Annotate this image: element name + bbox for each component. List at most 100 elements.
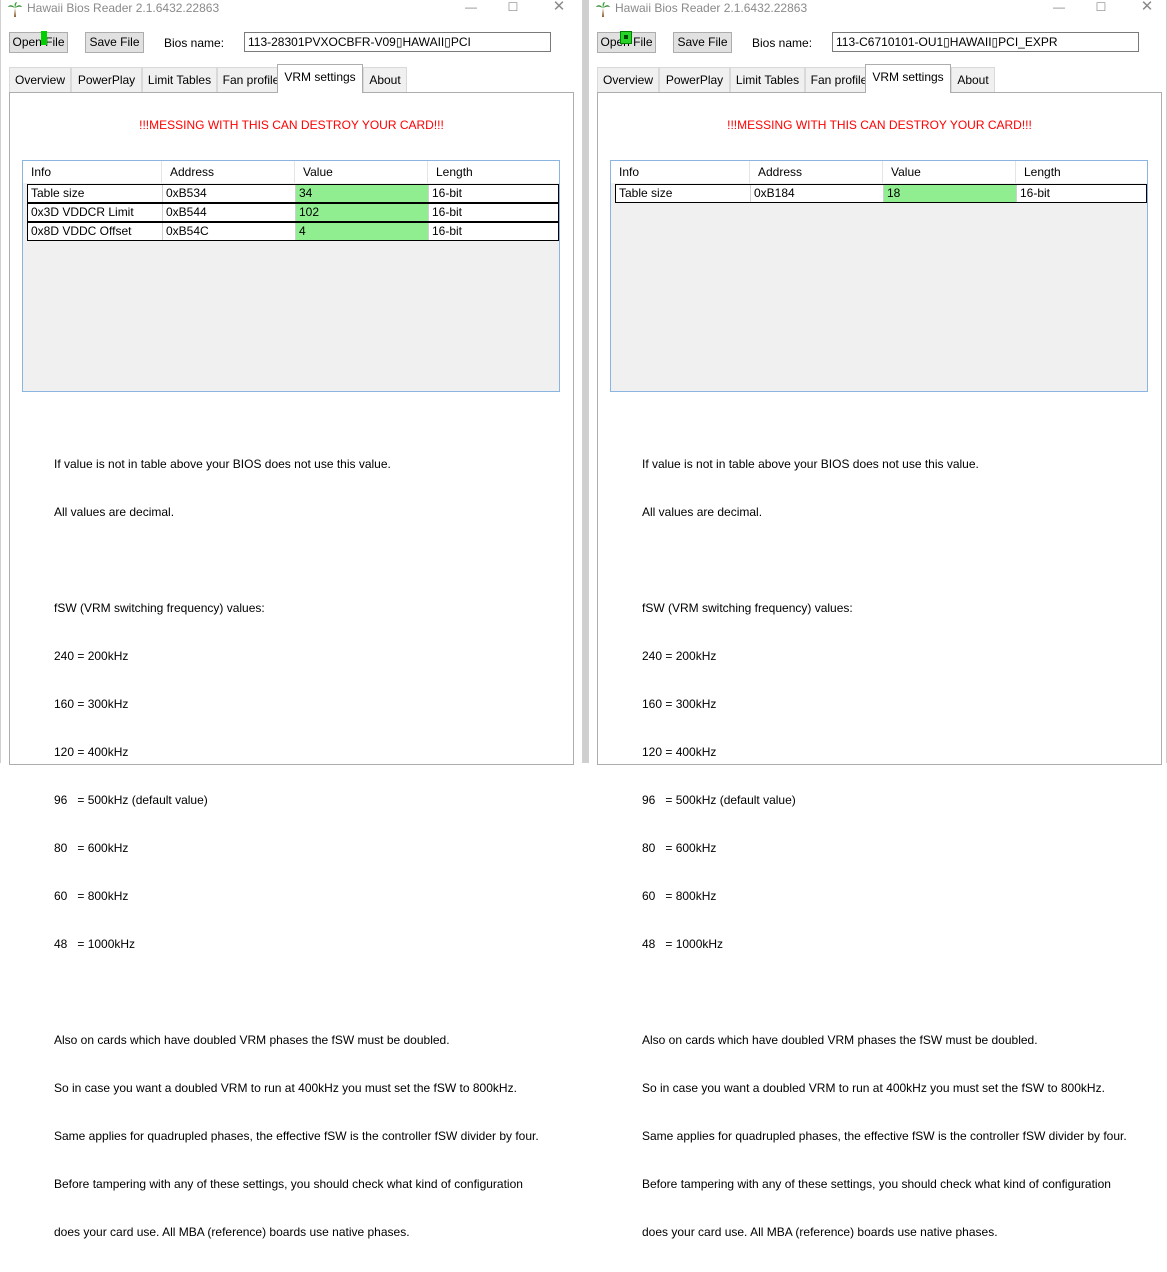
column-header-length[interactable]: Length: [1016, 161, 1148, 183]
cell-info: Table size: [28, 185, 163, 202]
cell-value[interactable]: 4: [296, 223, 429, 240]
cell-length: 16-bit: [432, 186, 463, 200]
minimize-icon[interactable]: —: [456, 0, 486, 16]
info-line: All values are decimal.: [54, 505, 175, 519]
column-header-length[interactable]: Length: [428, 161, 560, 183]
title-bar[interactable]: Hawaii Bios Reader 2.1.6432.22863 — ☐ ✕: [589, 0, 1166, 18]
maximize-icon[interactable]: ☐: [498, 0, 528, 16]
tab-fan-profile[interactable]: Fan profile: [217, 67, 285, 93]
cell-address: 0xB544: [163, 204, 296, 221]
table-row[interactable]: Table size 0xB534 34 16-bit: [27, 184, 559, 203]
info-line: 160 = 300kHz: [642, 697, 717, 711]
vrm-settings-panel: !!!MESSING WITH THIS CAN DESTROY YOUR CA…: [597, 92, 1162, 1239]
open-file-label: Open File: [12, 35, 65, 49]
window-title: Hawaii Bios Reader 2.1.6432.22863: [27, 1, 220, 15]
open-file-button[interactable]: Open File: [597, 31, 656, 53]
cell-length: 16-bit: [1020, 186, 1051, 200]
info-line: [642, 552, 1127, 568]
save-file-button[interactable]: Save File: [673, 32, 732, 53]
column-header-info[interactable]: Info: [23, 161, 162, 183]
column-header-info[interactable]: Info: [611, 161, 750, 183]
info-line: Also on cards which have doubled VRM pha…: [642, 1033, 1038, 1047]
warning-text: !!!MESSING WITH THIS CAN DESTROY YOUR CA…: [727, 118, 1032, 132]
minimize-icon[interactable]: —: [1044, 0, 1074, 16]
cell-value[interactable]: 34: [296, 185, 429, 202]
left-window: Hawaii Bios Reader 2.1.6432.22863 — ☐ ✕ …: [0, 0, 583, 1239]
close-icon[interactable]: ✕: [1132, 0, 1162, 16]
info-line: If value is not in table above your BIOS…: [642, 457, 979, 471]
tab-limit-tables[interactable]: Limit Tables: [730, 67, 805, 93]
info-line: does your card use. All MBA (reference) …: [54, 1225, 410, 1239]
info-line: So in case you want a doubled VRM to run…: [54, 1081, 517, 1095]
table-header: Info Address Value Length: [23, 161, 559, 183]
info-line: [642, 984, 1127, 1000]
close-icon[interactable]: ✕: [544, 0, 574, 16]
open-file-button[interactable]: Open File: [9, 31, 68, 53]
table-row[interactable]: 0x8D VDDC Offset 0xB54C 4 16-bit: [27, 222, 559, 241]
info-line: 60 = 800kHz: [642, 889, 717, 903]
info-line: Before tampering with any of these setti…: [642, 1177, 1111, 1191]
column-header-value[interactable]: Value: [295, 161, 428, 183]
info-line: 160 = 300kHz: [54, 697, 129, 711]
vrm-table[interactable]: Info Address Value Length Table size 0xB…: [22, 160, 560, 392]
bios-name-field[interactable]: 113-C6710101-OU1▯HAWAII▯PCI_EXPR: [832, 32, 1139, 52]
cell-length: 16-bit: [432, 205, 463, 219]
bios-name-label: Bios name:: [164, 36, 225, 50]
cursor-marker: [620, 31, 632, 44]
column-header-address[interactable]: Address: [750, 161, 883, 183]
save-file-button[interactable]: Save File: [85, 32, 144, 53]
info-line: [54, 552, 539, 568]
tab-vrm-settings[interactable]: VRM settings: [865, 64, 951, 93]
tab-powerplay[interactable]: PowerPlay: [71, 67, 142, 93]
info-line: 96 = 500kHz (default value): [642, 793, 796, 807]
cell-value[interactable]: 102: [296, 204, 429, 221]
info-line: fSW (VRM switching frequency) values:: [642, 601, 853, 615]
column-header-address[interactable]: Address: [162, 161, 295, 183]
tab-fan-profile[interactable]: Fan profile: [805, 67, 873, 93]
palm-tree-icon: [8, 2, 22, 17]
cursor-marker: [41, 31, 47, 45]
cell-address: 0xB534: [163, 185, 296, 202]
cell-value[interactable]: 18: [884, 185, 1017, 202]
info-line: If value is not in table above your BIOS…: [54, 457, 391, 471]
vrm-settings-panel: !!!MESSING WITH THIS CAN DESTROY YOUR CA…: [9, 92, 574, 1239]
cell-address: 0xB184: [751, 185, 884, 202]
cell-info: 0x8D VDDC Offset: [28, 223, 163, 240]
table-row[interactable]: 0x3D VDDCR Limit 0xB544 102 16-bit: [27, 203, 559, 222]
tab-limit-tables[interactable]: Limit Tables: [142, 67, 217, 93]
table-header: Info Address Value Length: [611, 161, 1147, 183]
right-window: Hawaii Bios Reader 2.1.6432.22863 — ☐ ✕ …: [588, 0, 1167, 1239]
info-line: All values are decimal.: [642, 505, 763, 519]
info-line: does your card use. All MBA (reference) …: [642, 1225, 998, 1239]
vrm-table[interactable]: Info Address Value Length Table size 0xB…: [610, 160, 1148, 392]
cell-length: 16-bit: [432, 224, 463, 238]
bios-name-label: Bios name:: [752, 36, 813, 50]
table-row[interactable]: Table size 0xB184 18 16-bit: [615, 184, 1147, 203]
tab-overview[interactable]: Overview: [597, 67, 659, 93]
info-text: If value is not in table above your BIOS…: [54, 424, 539, 1272]
info-line: 240 = 200kHz: [54, 649, 129, 663]
column-header-value[interactable]: Value: [883, 161, 1016, 183]
info-line: 96 = 500kHz (default value): [54, 793, 208, 807]
tab-about[interactable]: About: [363, 67, 407, 93]
info-line: Also on cards which have doubled VRM pha…: [54, 1033, 450, 1047]
tab-vrm-settings[interactable]: VRM settings: [277, 64, 363, 93]
info-line: 60 = 800kHz: [54, 889, 129, 903]
tab-about[interactable]: About: [951, 67, 995, 93]
info-line: Same applies for quadrupled phases, the …: [54, 1129, 539, 1143]
maximize-icon[interactable]: ☐: [1086, 0, 1116, 16]
tab-powerplay[interactable]: PowerPlay: [659, 67, 730, 93]
warning-text: !!!MESSING WITH THIS CAN DESTROY YOUR CA…: [139, 118, 444, 132]
info-line: fSW (VRM switching frequency) values:: [54, 601, 265, 615]
title-bar[interactable]: Hawaii Bios Reader 2.1.6432.22863 — ☐ ✕: [1, 0, 582, 18]
info-line: Same applies for quadrupled phases, the …: [642, 1129, 1127, 1143]
tab-overview[interactable]: Overview: [9, 67, 71, 93]
info-line: Before tampering with any of these setti…: [54, 1177, 523, 1191]
info-line: 120 = 400kHz: [642, 745, 717, 759]
cell-info: Table size: [616, 185, 751, 202]
info-line: 120 = 400kHz: [54, 745, 129, 759]
cell-address: 0xB54C: [163, 223, 296, 240]
info-line: [54, 984, 539, 1000]
cell-info: 0x3D VDDCR Limit: [28, 204, 163, 221]
bios-name-field[interactable]: 113-28301PVXOCBFR-V09▯HAWAII▯PCI: [244, 32, 551, 52]
